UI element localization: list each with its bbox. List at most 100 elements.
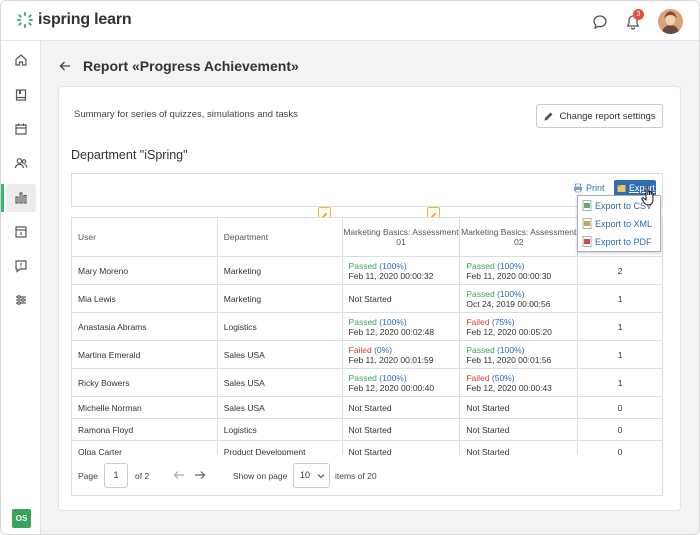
per-page-select[interactable]: 10 bbox=[293, 463, 330, 488]
sidebar-item-reports[interactable] bbox=[6, 184, 36, 212]
page-header: Report «Progress Achievement» bbox=[59, 58, 299, 74]
result-status: Not Started bbox=[348, 424, 392, 435]
cell-count: 0 bbox=[577, 396, 663, 419]
result-status-line: Not Started bbox=[349, 403, 460, 413]
sidebar-item-users[interactable] bbox=[6, 149, 36, 177]
report-table: User Department Marketing Basics: Assess… bbox=[71, 217, 663, 463]
sidebar: OS bbox=[1, 41, 41, 534]
result-status-line: Passed (100%) bbox=[349, 261, 460, 271]
cell-assessment-result: Passed (100%) Feb 11, 2020 00:01:56 bbox=[459, 340, 579, 369]
result-status-line: Passed (100%) bbox=[466, 345, 577, 355]
printer-icon bbox=[574, 183, 582, 193]
table-row: Mary Moreno Marketing Passed (100%) Feb 11,… bbox=[71, 256, 663, 285]
print-button[interactable]: Print bbox=[573, 183, 605, 193]
result-status: Passed bbox=[466, 344, 495, 355]
result-status: Not Started bbox=[466, 402, 510, 413]
sidebar-item-home[interactable] bbox=[6, 46, 36, 74]
tasks-icon bbox=[15, 226, 27, 238]
column-header-assessment-01[interactable]: Marketing Basics: Assessment 01 bbox=[341, 217, 461, 257]
sidebar-item-settings[interactable] bbox=[6, 286, 36, 314]
cell-user: Ricky Bowers bbox=[71, 368, 218, 397]
cell-assessment-result: Passed (100%) Feb 12, 2020 00:02:48 bbox=[341, 312, 461, 341]
result-status: Failed bbox=[466, 372, 490, 383]
logo[interactable]: ispring learn bbox=[17, 11, 132, 29]
top-bar: ispring learn 3 bbox=[1, 1, 699, 41]
cell-assessment-result: Not Started bbox=[341, 418, 461, 441]
column-header-department[interactable]: Department bbox=[216, 217, 343, 257]
next-page-icon[interactable] bbox=[194, 470, 206, 480]
prev-page-icon[interactable] bbox=[173, 470, 185, 480]
cell-department: Marketing bbox=[216, 256, 343, 285]
cell-department: Sales USA bbox=[216, 396, 343, 419]
result-status: Passed bbox=[348, 372, 377, 383]
result-status: Passed bbox=[466, 260, 495, 271]
result-status-line: Not Started bbox=[466, 425, 577, 435]
user-avatar[interactable] bbox=[658, 9, 683, 34]
xml-file-icon bbox=[582, 218, 592, 229]
cell-user: Mia Lewis bbox=[71, 284, 218, 313]
result-percent: (75%) bbox=[491, 316, 515, 327]
change-report-settings-button[interactable]: Change report settings bbox=[536, 104, 663, 128]
cell-assessment-result: Failed (0%) Feb 11, 2020 00:01:59 bbox=[341, 340, 461, 369]
result-date: Feb 12, 2020 00:00:40 bbox=[348, 382, 435, 393]
result-date: Feb 11, 2020 00:00:30 bbox=[466, 270, 552, 281]
cell-assessment-result: Not Started bbox=[459, 396, 579, 419]
result-status-line: Not Started bbox=[466, 403, 577, 413]
result-date: Feb 12, 2020 00:02:48 bbox=[348, 326, 435, 337]
result-date: Feb 11, 2020 00:01:56 bbox=[466, 354, 552, 365]
result-status: Passed bbox=[348, 316, 377, 327]
export-xml-label: Export to XML bbox=[595, 218, 653, 229]
result-percent: (100%) bbox=[497, 288, 525, 299]
table-row: Martina Emerald Sales USA Failed (0%) Feb 1… bbox=[71, 340, 663, 369]
result-percent: (100%) bbox=[379, 372, 407, 383]
cell-count: 1 bbox=[577, 368, 663, 397]
table-row: Ricky Bowers Sales USA Passed (100%) Feb 12… bbox=[71, 368, 663, 397]
sidebar-item-courses[interactable] bbox=[6, 81, 36, 109]
cell-assessment-result: Not Started bbox=[341, 284, 461, 313]
page-title: Report «Progress Achievement» bbox=[83, 58, 299, 74]
sidebar-active-indicator bbox=[1, 184, 4, 212]
result-status: Not Started bbox=[348, 293, 392, 304]
page-total-label: of 2 bbox=[135, 471, 150, 481]
cell-user: Anastasia Abrams bbox=[71, 312, 218, 341]
column-header-assessment-02[interactable]: Marketing Basics: Assessment 02 bbox=[459, 217, 579, 257]
users-icon bbox=[14, 158, 28, 169]
cell-assessment-result: Failed (50%) Feb 12, 2020 00:00:43 bbox=[459, 368, 579, 397]
result-status-line: Not Started bbox=[349, 425, 460, 435]
column-header-user[interactable]: User bbox=[71, 217, 218, 257]
cell-assessment-result: Passed (100%) Feb 11, 2020 00:00:32 bbox=[341, 256, 461, 285]
result-date: Feb 11, 2020 00:00:32 bbox=[348, 270, 434, 281]
cell-department: Sales USA bbox=[216, 368, 343, 397]
sidebar-item-calendar[interactable] bbox=[6, 115, 36, 143]
table-header-row: User Department Marketing Basics: Assess… bbox=[71, 217, 663, 257]
result-date: Feb 12, 2020 00:00:43 bbox=[466, 382, 552, 393]
chat-icon[interactable] bbox=[592, 14, 608, 30]
result-status-line: Failed (50%) bbox=[466, 373, 577, 383]
show-on-page-label: Show on page bbox=[233, 471, 288, 481]
back-arrow-icon[interactable] bbox=[59, 60, 71, 72]
cell-assessment-result: Failed (75%) Feb 12, 2020 00:05:20 bbox=[459, 312, 579, 341]
table-row: Mia Lewis Marketing Not Started Passed (100… bbox=[71, 284, 663, 313]
page-number-input[interactable]: 1 bbox=[104, 463, 128, 488]
calendar-icon bbox=[15, 123, 27, 135]
department-title: Department "iSpring" bbox=[71, 148, 188, 162]
result-status-line: Passed (100%) bbox=[466, 261, 577, 271]
export-pdf-item[interactable]: Export to PDF bbox=[582, 236, 652, 247]
result-percent: (100%) bbox=[497, 260, 525, 271]
sidebar-item-tasks[interactable] bbox=[6, 218, 36, 246]
reports-icon bbox=[15, 192, 27, 204]
cell-count: 0 bbox=[577, 418, 663, 441]
export-xml-item[interactable]: Export to XML bbox=[582, 218, 652, 229]
cell-count: 2 bbox=[577, 256, 663, 285]
cell-assessment-result: Passed (100%) Feb 12, 2020 00:00:40 bbox=[341, 368, 461, 397]
pencil-icon bbox=[544, 112, 553, 120]
cell-assessment-result: Not Started bbox=[341, 396, 461, 419]
book-icon bbox=[15, 89, 27, 101]
cell-department: Logistics bbox=[216, 312, 343, 341]
result-percent: (50%) bbox=[491, 372, 515, 383]
cell-department: Marketing bbox=[216, 284, 343, 313]
cell-department: Sales USA bbox=[216, 340, 343, 369]
account-initials-button[interactable]: OS bbox=[12, 509, 31, 528]
sidebar-item-messages[interactable] bbox=[6, 252, 36, 280]
logo-text: ispring learn bbox=[38, 11, 132, 28]
